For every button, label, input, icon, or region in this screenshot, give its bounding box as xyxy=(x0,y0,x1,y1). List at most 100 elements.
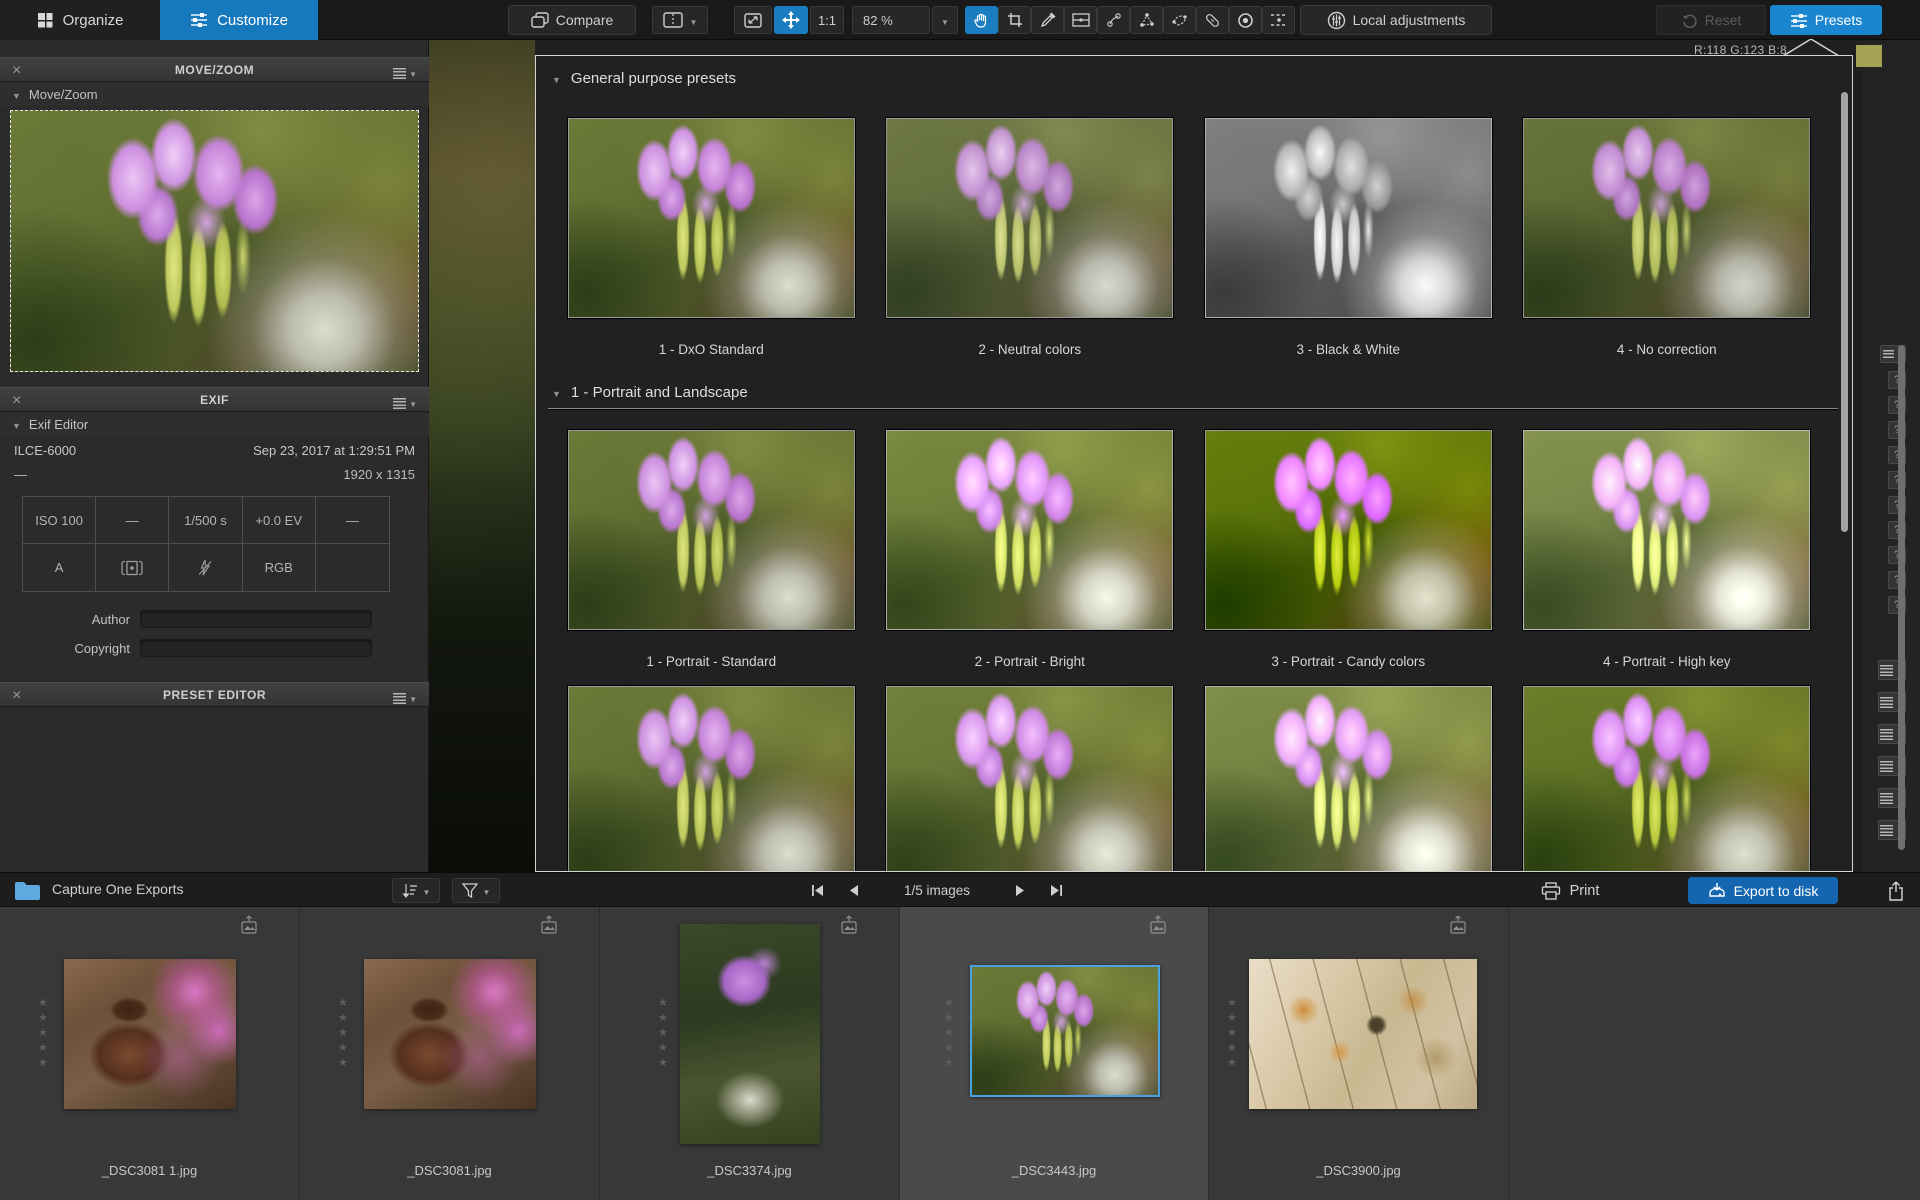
preset-thumbnail[interactable] xyxy=(1523,686,1810,872)
horizon-tool-button[interactable] xyxy=(1064,6,1097,34)
preset-thumbnail[interactable] xyxy=(1205,430,1492,630)
print-button[interactable]: Print xyxy=(1520,877,1620,904)
preset-card[interactable]: 1 - Portrait - Standard xyxy=(552,430,871,669)
next-image-button[interactable] xyxy=(1002,878,1038,903)
first-image-button[interactable] xyxy=(800,878,836,903)
move-tool-button[interactable] xyxy=(774,6,808,34)
star-icon[interactable] xyxy=(658,1040,668,1055)
preset-card[interactable]: 1 - DxO Standard xyxy=(552,118,871,357)
preset-thumbnail[interactable] xyxy=(1205,118,1492,318)
sort-button[interactable] xyxy=(392,878,440,903)
star-rating[interactable] xyxy=(658,995,668,1070)
filmstrip-item[interactable]: _DSC3900.jpg xyxy=(1209,907,1509,1200)
close-icon[interactable] xyxy=(12,687,21,705)
close-icon[interactable] xyxy=(12,62,21,80)
star-icon[interactable] xyxy=(1227,1025,1237,1040)
star-icon[interactable] xyxy=(38,995,48,1010)
preset-card[interactable]: 4 - Portrait - High key xyxy=(1508,430,1827,669)
preset-card[interactable]: 3 - Black & White xyxy=(1189,118,1508,357)
photo-thumbnail[interactable] xyxy=(364,959,536,1109)
preset-card[interactable] xyxy=(1508,686,1827,872)
preset-card[interactable]: 3 - Portrait - Candy colors xyxy=(1189,430,1508,669)
tab-organize[interactable]: Organize xyxy=(0,0,160,40)
preset-thumbnail[interactable] xyxy=(886,686,1173,872)
share-button[interactable] xyxy=(1882,877,1910,904)
control-line-tool-button[interactable] xyxy=(1130,6,1163,34)
star-icon[interactable] xyxy=(944,1010,954,1025)
main-photo-viewport[interactable] xyxy=(429,40,535,872)
close-icon[interactable] xyxy=(12,392,21,410)
panel-menu-button[interactable] xyxy=(393,689,417,707)
star-icon[interactable] xyxy=(658,1055,668,1070)
preset-thumbnail[interactable] xyxy=(1523,118,1810,318)
star-icon[interactable] xyxy=(1227,1055,1237,1070)
preset-thumbnail[interactable] xyxy=(568,118,855,318)
preset-thumbnail[interactable] xyxy=(568,430,855,630)
tab-customize[interactable]: Customize xyxy=(160,0,318,40)
zoom-1to1-button[interactable]: 1:1 xyxy=(810,6,844,34)
filmstrip-item[interactable]: _DSC3374.jpg xyxy=(600,907,900,1200)
fit-to-screen-button[interactable] xyxy=(734,6,772,34)
auto-mask-tool-button[interactable] xyxy=(1163,6,1196,34)
last-image-button[interactable] xyxy=(1038,878,1074,903)
preset-thumbnail[interactable] xyxy=(568,686,855,872)
filmstrip-item[interactable]: _DSC3081 1.jpg xyxy=(0,907,300,1200)
star-icon[interactable] xyxy=(338,1040,348,1055)
preset-card[interactable]: 2 - Neutral colors xyxy=(871,118,1190,357)
presets-scrollbar[interactable] xyxy=(1841,92,1848,532)
presets-button[interactable]: Presets xyxy=(1770,5,1882,35)
previous-image-button[interactable] xyxy=(836,878,872,903)
star-icon[interactable] xyxy=(38,1055,48,1070)
copyright-input[interactable] xyxy=(140,639,372,657)
star-icon[interactable] xyxy=(38,1025,48,1040)
export-to-disk-button[interactable]: Export to disk xyxy=(1688,877,1838,904)
photo-thumbnail[interactable] xyxy=(680,924,820,1144)
star-icon[interactable] xyxy=(338,1025,348,1040)
preset-card[interactable] xyxy=(871,686,1190,872)
navigator-thumbnail[interactable] xyxy=(10,110,419,372)
star-icon[interactable] xyxy=(1227,995,1237,1010)
filter-button[interactable] xyxy=(452,878,500,903)
star-icon[interactable] xyxy=(338,995,348,1010)
star-icon[interactable] xyxy=(338,1055,348,1070)
red-eye-tool-button[interactable] xyxy=(1229,6,1262,34)
preset-card[interactable]: 4 - No correction xyxy=(1508,118,1827,357)
control-points-tool-button[interactable] xyxy=(1097,6,1130,34)
photo-thumbnail[interactable] xyxy=(1249,959,1477,1109)
star-icon[interactable] xyxy=(658,1025,668,1040)
reset-button[interactable]: Reset xyxy=(1656,5,1766,35)
star-icon[interactable] xyxy=(944,995,954,1010)
author-input[interactable] xyxy=(140,610,372,628)
star-icon[interactable] xyxy=(944,1025,954,1040)
zoom-level-dropdown[interactable] xyxy=(932,6,958,34)
star-rating[interactable] xyxy=(38,995,48,1070)
photo-thumbnail[interactable] xyxy=(64,959,236,1109)
compare-button[interactable]: Compare xyxy=(508,5,636,35)
star-icon[interactable] xyxy=(944,1055,954,1070)
preset-section-header[interactable]: General purpose presets xyxy=(552,70,736,87)
preset-card[interactable] xyxy=(1189,686,1508,872)
filmstrip-item[interactable]: _DSC3081.jpg xyxy=(300,907,600,1200)
exif-editor-section-header[interactable]: Exif Editor xyxy=(0,413,429,436)
move-zoom-section-header[interactable]: Move/Zoom xyxy=(0,83,429,106)
star-rating[interactable] xyxy=(1227,995,1237,1070)
star-icon[interactable] xyxy=(338,1010,348,1025)
photo-thumbnail[interactable] xyxy=(970,965,1160,1097)
panel-menu-button[interactable] xyxy=(393,64,417,82)
star-icon[interactable] xyxy=(944,1040,954,1055)
preset-thumbnail[interactable] xyxy=(1523,430,1810,630)
star-icon[interactable] xyxy=(1227,1040,1237,1055)
hand-tool-button[interactable] xyxy=(965,6,998,34)
preset-card[interactable]: 2 - Portrait - Bright xyxy=(871,430,1190,669)
mask-selection-tool-button[interactable] xyxy=(1262,6,1295,34)
repair-tool-button[interactable] xyxy=(1196,6,1229,34)
zoom-level-field[interactable]: 82 % xyxy=(852,6,930,34)
preset-thumbnail[interactable] xyxy=(1205,686,1492,872)
star-icon[interactable] xyxy=(38,1040,48,1055)
panel-menu-button[interactable] xyxy=(393,394,417,412)
star-icon[interactable] xyxy=(658,995,668,1010)
eyedropper-tool-button[interactable] xyxy=(1031,6,1064,34)
star-icon[interactable] xyxy=(1227,1010,1237,1025)
preset-thumbnail[interactable] xyxy=(886,118,1173,318)
filmstrip-item-selected[interactable]: _DSC3443.jpg xyxy=(900,907,1209,1200)
